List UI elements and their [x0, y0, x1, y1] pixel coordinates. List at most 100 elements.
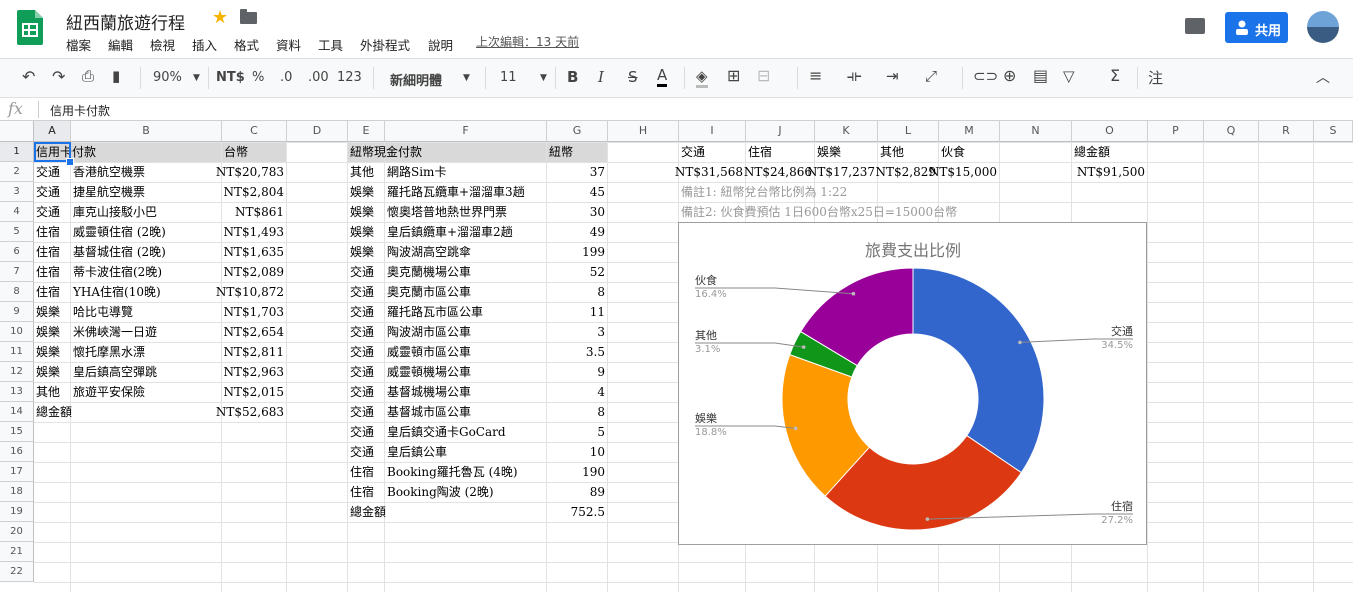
undo-icon[interactable]: ↶	[22, 67, 35, 86]
column-header[interactable]: C	[222, 121, 287, 142]
row-header[interactable]: 4	[0, 202, 34, 222]
column-header[interactable]: F	[385, 121, 547, 142]
row-header[interactable]: 22	[0, 562, 34, 582]
cell[interactable]: 奧克蘭市區公車	[387, 282, 471, 302]
cell[interactable]: 備註2: 伙食費預估 1日600台幣x25日=15000台幣	[681, 202, 957, 222]
input-tools-button[interactable]: 注	[1148, 67, 1163, 88]
cell[interactable]: 10	[590, 442, 605, 462]
cell[interactable]: NT$91,500	[1077, 162, 1145, 182]
align-left-icon[interactable]: ≡	[809, 66, 822, 85]
borders-icon[interactable]: ⊞	[727, 66, 740, 85]
cell[interactable]: 台幣	[224, 142, 248, 162]
cell[interactable]: 娛樂	[350, 222, 374, 242]
chevron-down-icon[interactable]: ▼	[193, 73, 200, 83]
cell[interactable]: 交通	[350, 442, 374, 462]
cell[interactable]: 娛樂	[36, 362, 60, 382]
cell[interactable]: 交通	[36, 162, 60, 182]
cell[interactable]: NT$17,237	[807, 162, 875, 182]
cell[interactable]: 捷星航空機票	[73, 182, 145, 202]
cell[interactable]: 羅托路瓦纜車+溜溜車3趟	[387, 182, 525, 202]
cell[interactable]: NT$1,493	[224, 222, 285, 242]
cell[interactable]: 威靈頓市區公車	[387, 342, 471, 362]
cell[interactable]: 交通	[350, 342, 374, 362]
cell[interactable]: 其他	[350, 162, 374, 182]
fill-color-icon[interactable]: ◈	[696, 67, 708, 88]
cell[interactable]: 752.5	[571, 502, 605, 522]
cell[interactable]: 威靈頓住宿 (2晚)	[73, 222, 166, 242]
print-icon[interactable]: ⎙	[82, 67, 94, 85]
vertical-align-icon[interactable]: ⟛	[847, 66, 862, 86]
row-header[interactable]: 3	[0, 182, 34, 202]
column-header[interactable]: Q	[1204, 121, 1259, 142]
row-header[interactable]: 5	[0, 222, 34, 242]
cell[interactable]: 交通	[350, 262, 374, 282]
cell[interactable]: 住宿	[36, 282, 60, 302]
row-header[interactable]: 13	[0, 382, 34, 402]
cell[interactable]: NT$15,000	[929, 162, 997, 182]
cell[interactable]: 備註1: 紐幣兌台幣比例為 1:22	[681, 182, 847, 202]
row-header[interactable]: 18	[0, 482, 34, 502]
pie-chart[interactable]: 旅費支出比例 交通 34.5% 住宿 27.2% 娛樂 18.8% 其他 3.1% 伙食 16.4%	[678, 222, 1147, 545]
cell[interactable]: NT$52,683	[216, 402, 284, 422]
cell[interactable]: NT$2,089	[224, 262, 285, 282]
cell[interactable]: 皇后鎮纜車+溜溜車2趟	[387, 222, 513, 242]
cell[interactable]: YHA住宿(10晚)	[73, 282, 161, 302]
last-edit-link[interactable]: 上次編輯：13 天前	[476, 33, 579, 50]
bold-button[interactable]: B	[567, 68, 578, 86]
row-header[interactable]: 21	[0, 542, 34, 562]
fill-handle[interactable]	[66, 158, 74, 166]
cell[interactable]: 交通	[350, 382, 374, 402]
column-header[interactable]: D	[287, 121, 348, 142]
folder-icon[interactable]	[240, 9, 257, 24]
cell[interactable]: 交通	[350, 302, 374, 322]
row-header[interactable]: 10	[0, 322, 34, 342]
document-title[interactable]: 紐西蘭旅遊行程	[66, 9, 185, 34]
cell[interactable]: NT$861	[235, 202, 284, 222]
column-header[interactable]: J	[746, 121, 815, 142]
column-header[interactable]: E	[348, 121, 385, 142]
cell[interactable]: 皇后鎮交通卡GoCard	[387, 422, 506, 442]
column-header[interactable]: S	[1314, 121, 1353, 142]
cell[interactable]: 89	[590, 482, 605, 502]
italic-button[interactable]: I	[598, 68, 604, 86]
cell[interactable]: 庫克山接駁小巴	[73, 202, 157, 222]
cell[interactable]: 懷托摩黑水漂	[73, 342, 145, 362]
cell[interactable]: 基督城住宿 (2晚)	[73, 242, 166, 262]
cell[interactable]: 娛樂	[350, 202, 374, 222]
cell[interactable]: 住宿	[36, 262, 60, 282]
formula-input[interactable]: 信用卡付款	[50, 102, 110, 119]
cell[interactable]: 基督城機場公車	[387, 382, 471, 402]
row-header[interactable]: 7	[0, 262, 34, 282]
row-header[interactable]: 11	[0, 342, 34, 362]
decrease-decimal-button[interactable]: .0	[280, 70, 292, 85]
cell[interactable]: 住宿	[36, 242, 60, 262]
cell[interactable]: 住宿	[748, 142, 772, 162]
cell[interactable]: 旅遊平安保險	[73, 382, 145, 402]
link-icon[interactable]: ⊂⊃	[973, 67, 998, 85]
avatar[interactable]	[1307, 11, 1339, 43]
cell[interactable]: 住宿	[350, 462, 374, 482]
menu-item[interactable]: 插入	[192, 35, 217, 54]
chevron-down-icon[interactable]: ▼	[463, 73, 470, 83]
cell[interactable]: 娛樂	[36, 322, 60, 342]
comments-icon[interactable]	[1185, 18, 1205, 34]
functions-icon[interactable]: Σ	[1110, 66, 1120, 85]
cell[interactable]: NT$2,804	[224, 182, 285, 202]
column-header[interactable]: A	[34, 121, 71, 142]
cell[interactable]: 紐幣現金付款	[350, 142, 422, 162]
cell[interactable]: 37	[590, 162, 605, 182]
cell[interactable]: 懷奧塔普地熱世界門票	[387, 202, 507, 222]
currency-button[interactable]: NT$	[216, 70, 245, 85]
cell[interactable]: 米佛峽灣一日遊	[73, 322, 157, 342]
text-color-button[interactable]: A	[657, 66, 668, 87]
menu-item[interactable]: 檢視	[150, 35, 175, 54]
cell[interactable]: NT$2,963	[224, 362, 285, 382]
cell[interactable]: 45	[590, 182, 605, 202]
column-header[interactable]: P	[1148, 121, 1204, 142]
cell[interactable]: 11	[590, 302, 605, 322]
row-header[interactable]: 14	[0, 402, 34, 422]
cell[interactable]: 陶波湖高空跳傘	[387, 242, 471, 262]
cell[interactable]: 網路Sim卡	[387, 162, 446, 182]
column-header[interactable]: I	[679, 121, 746, 142]
cell[interactable]: 娛樂	[36, 342, 60, 362]
